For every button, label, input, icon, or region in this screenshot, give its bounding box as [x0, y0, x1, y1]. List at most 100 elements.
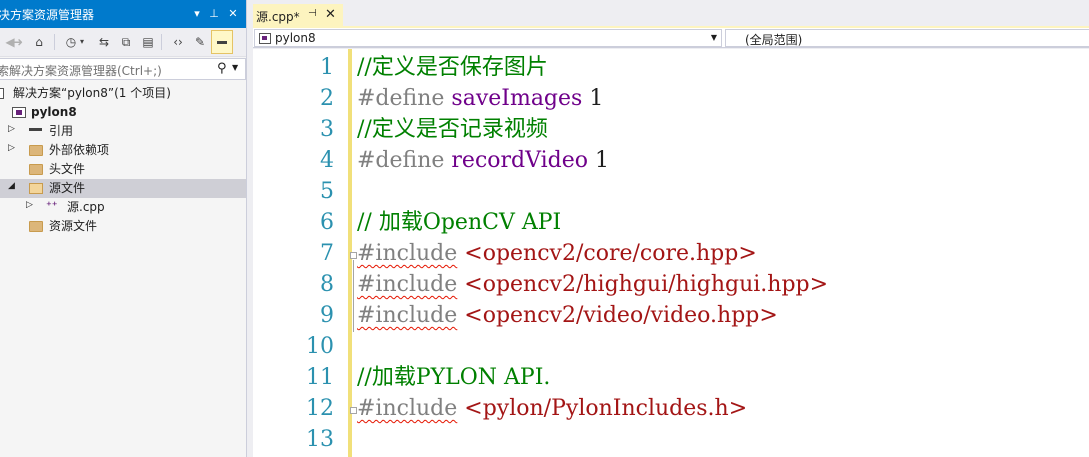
references-icon: [29, 128, 42, 134]
code-line[interactable]: // 加载OpenCV API: [357, 207, 561, 238]
pin-tab-icon[interactable]: ⊣: [308, 8, 317, 19]
preview-icon[interactable]: [211, 30, 233, 54]
tree-item-header-files[interactable]: 头文件: [0, 160, 246, 179]
project-icon: [12, 107, 26, 118]
folder-icon: [29, 145, 43, 156]
line-number: 4: [320, 148, 334, 173]
line-number: 9: [320, 303, 334, 328]
fold-toggle-icon[interactable]: [350, 252, 357, 259]
tree-item-external-dependencies[interactable]: ▷ 外部依赖项: [0, 141, 246, 160]
document-tab-bar: 源.cpp* ⊣ ✕: [253, 0, 1089, 28]
scope-dropdown-value: (全局范围): [745, 33, 803, 47]
home-icon[interactable]: ⌂: [29, 33, 49, 51]
chevron-down-icon: ▼: [710, 33, 717, 42]
scope-dropdown[interactable]: (全局范围): [725, 29, 1089, 47]
code-line[interactable]: //加载PYLON API.: [357, 362, 550, 393]
tree-item-source-files[interactable]: ◢ 源文件: [0, 179, 246, 198]
macro-name: recordVideo: [451, 148, 588, 173]
tree-item-label: pylon8: [31, 105, 77, 119]
code-line[interactable]: #define saveImages 1: [357, 83, 603, 114]
fold-guide: [353, 260, 354, 332]
show-files-icon[interactable]: ▤: [138, 33, 158, 51]
line-number: 10: [306, 334, 334, 359]
tree-item-label: 资源文件: [49, 219, 98, 233]
line-number: 3: [320, 117, 334, 142]
close-tab-icon[interactable]: ✕: [325, 7, 336, 22]
solution-explorer-title-bar: 决方案资源管理器 ▾ ⊥ ✕: [0, 0, 246, 28]
expand-arrow-icon[interactable]: ▷: [8, 143, 18, 153]
line-number: 8: [320, 272, 334, 297]
code-icon[interactable]: ‹›: [168, 33, 188, 51]
navigation-bar: pylon8 ▼ (全局范围): [253, 28, 1089, 48]
properties-icon[interactable]: ✎: [190, 33, 210, 51]
toolbar-separator: [161, 34, 162, 50]
preprocessor-keyword: #include: [357, 241, 458, 266]
search-options-dropdown-icon[interactable]: ▼: [232, 63, 238, 72]
solution-search-box[interactable]: 索解决方案资源管理器(Ctrl+;) ⚲ ▼: [0, 58, 246, 80]
code-editor[interactable]: 1 2 3 4 5 6 7 8 9 10 11 12 13 //定义是否保存图片…: [253, 49, 1089, 457]
project-icon: [259, 33, 271, 44]
pin-icon[interactable]: ⊥: [207, 7, 221, 21]
search-icon[interactable]: ⚲: [217, 61, 227, 76]
sync-icon[interactable]: ⇆: [94, 33, 114, 51]
solution-explorer-panel: 决方案资源管理器 ▾ ⊥ ✕ ◀ ➜ ⌂ ◷ ▾ ⇆ ⧉ ▤ ‹› ✎ 索解决方…: [0, 0, 246, 457]
code-line[interactable]: //定义是否保存图片: [357, 52, 548, 83]
line-number: 13: [306, 427, 334, 452]
line-number: 7: [320, 241, 334, 266]
close-icon[interactable]: ✕: [226, 7, 240, 21]
line-number: 12: [306, 396, 334, 421]
include-path: <pylon/PylonIncludes.h>: [457, 396, 748, 421]
tree-item-project[interactable]: pylon8: [0, 103, 246, 122]
window-position-dropdown-icon[interactable]: ▾: [190, 7, 204, 21]
panel-splitter[interactable]: [246, 0, 253, 457]
tree-item-source-cpp[interactable]: ▷ ⁺⁺ 源.cpp: [0, 198, 246, 217]
history-dropdown-icon[interactable]: ▾: [77, 33, 87, 51]
collapse-all-icon[interactable]: ⧉: [116, 33, 136, 51]
solution-icon: [0, 88, 4, 99]
code-line[interactable]: #include <opencv2/highgui/highgui.hpp>: [357, 269, 828, 300]
code-line[interactable]: #define recordVideo 1: [357, 145, 609, 176]
expand-arrow-icon[interactable]: ▷: [8, 124, 18, 134]
tree-item-label: 源文件: [49, 181, 86, 195]
project-dropdown-value: pylon8: [275, 31, 316, 45]
tree-item-solution[interactable]: 解决方案“pylon8”(1 个项目): [0, 84, 246, 103]
solution-explorer-toolbar: ◀ ➜ ⌂ ◷ ▾ ⇆ ⧉ ▤ ‹› ✎: [0, 28, 246, 57]
tree-item-label: 外部依赖项: [49, 143, 110, 157]
include-path: <opencv2/highgui/highgui.hpp>: [457, 272, 829, 297]
tree-item-label: 解决方案“pylon8”(1 个项目): [13, 86, 171, 100]
line-number: 5: [320, 179, 334, 204]
tree-item-label: 引用: [49, 124, 74, 138]
macro-value: 1: [588, 148, 609, 173]
code-line[interactable]: //定义是否记录视频: [357, 114, 548, 145]
search-input[interactable]: 索解决方案资源管理器(Ctrl+;): [0, 62, 162, 79]
line-number: 2: [320, 86, 334, 111]
preprocessor-keyword: #include: [357, 272, 458, 297]
cpp-file-icon: ⁺⁺: [46, 199, 58, 212]
tree-item-label: 头文件: [49, 162, 86, 176]
open-folder-icon: [29, 183, 43, 194]
preprocessor-keyword: #include: [357, 303, 458, 328]
line-number: 11: [306, 365, 334, 390]
tree-item-references[interactable]: ▷ 引用: [0, 122, 246, 141]
collapse-arrow-icon[interactable]: ◢: [8, 181, 18, 191]
code-line[interactable]: #include <pylon/PylonIncludes.h>: [357, 393, 747, 424]
macro-value: 1: [582, 86, 604, 111]
tree-item-label: 源.cpp: [67, 200, 105, 214]
preprocessor-keyword: #define: [357, 86, 452, 111]
code-line[interactable]: #include <opencv2/core/core.hpp>: [357, 238, 757, 269]
folder-icon: [29, 164, 43, 175]
tree-item-resource-files[interactable]: 资源文件: [0, 217, 246, 236]
project-dropdown[interactable]: pylon8 ▼: [254, 29, 722, 47]
preprocessor-keyword: #include: [357, 396, 458, 421]
macro-name: saveImages: [451, 86, 583, 111]
solution-explorer-title: 决方案资源管理器: [0, 8, 95, 22]
include-path: <opencv2/core/core.hpp>: [457, 241, 757, 266]
tab-source-cpp[interactable]: 源.cpp* ⊣ ✕: [253, 4, 343, 26]
include-path: <opencv2/video/video.hpp>: [457, 303, 778, 328]
tab-label: 源.cpp*: [256, 10, 300, 24]
forward-icon[interactable]: ➜: [8, 33, 28, 51]
fold-toggle-icon[interactable]: [350, 407, 357, 414]
expand-arrow-icon[interactable]: ▷: [26, 200, 36, 210]
folder-icon: [29, 221, 43, 232]
code-line[interactable]: #include <opencv2/video/video.hpp>: [357, 300, 778, 331]
